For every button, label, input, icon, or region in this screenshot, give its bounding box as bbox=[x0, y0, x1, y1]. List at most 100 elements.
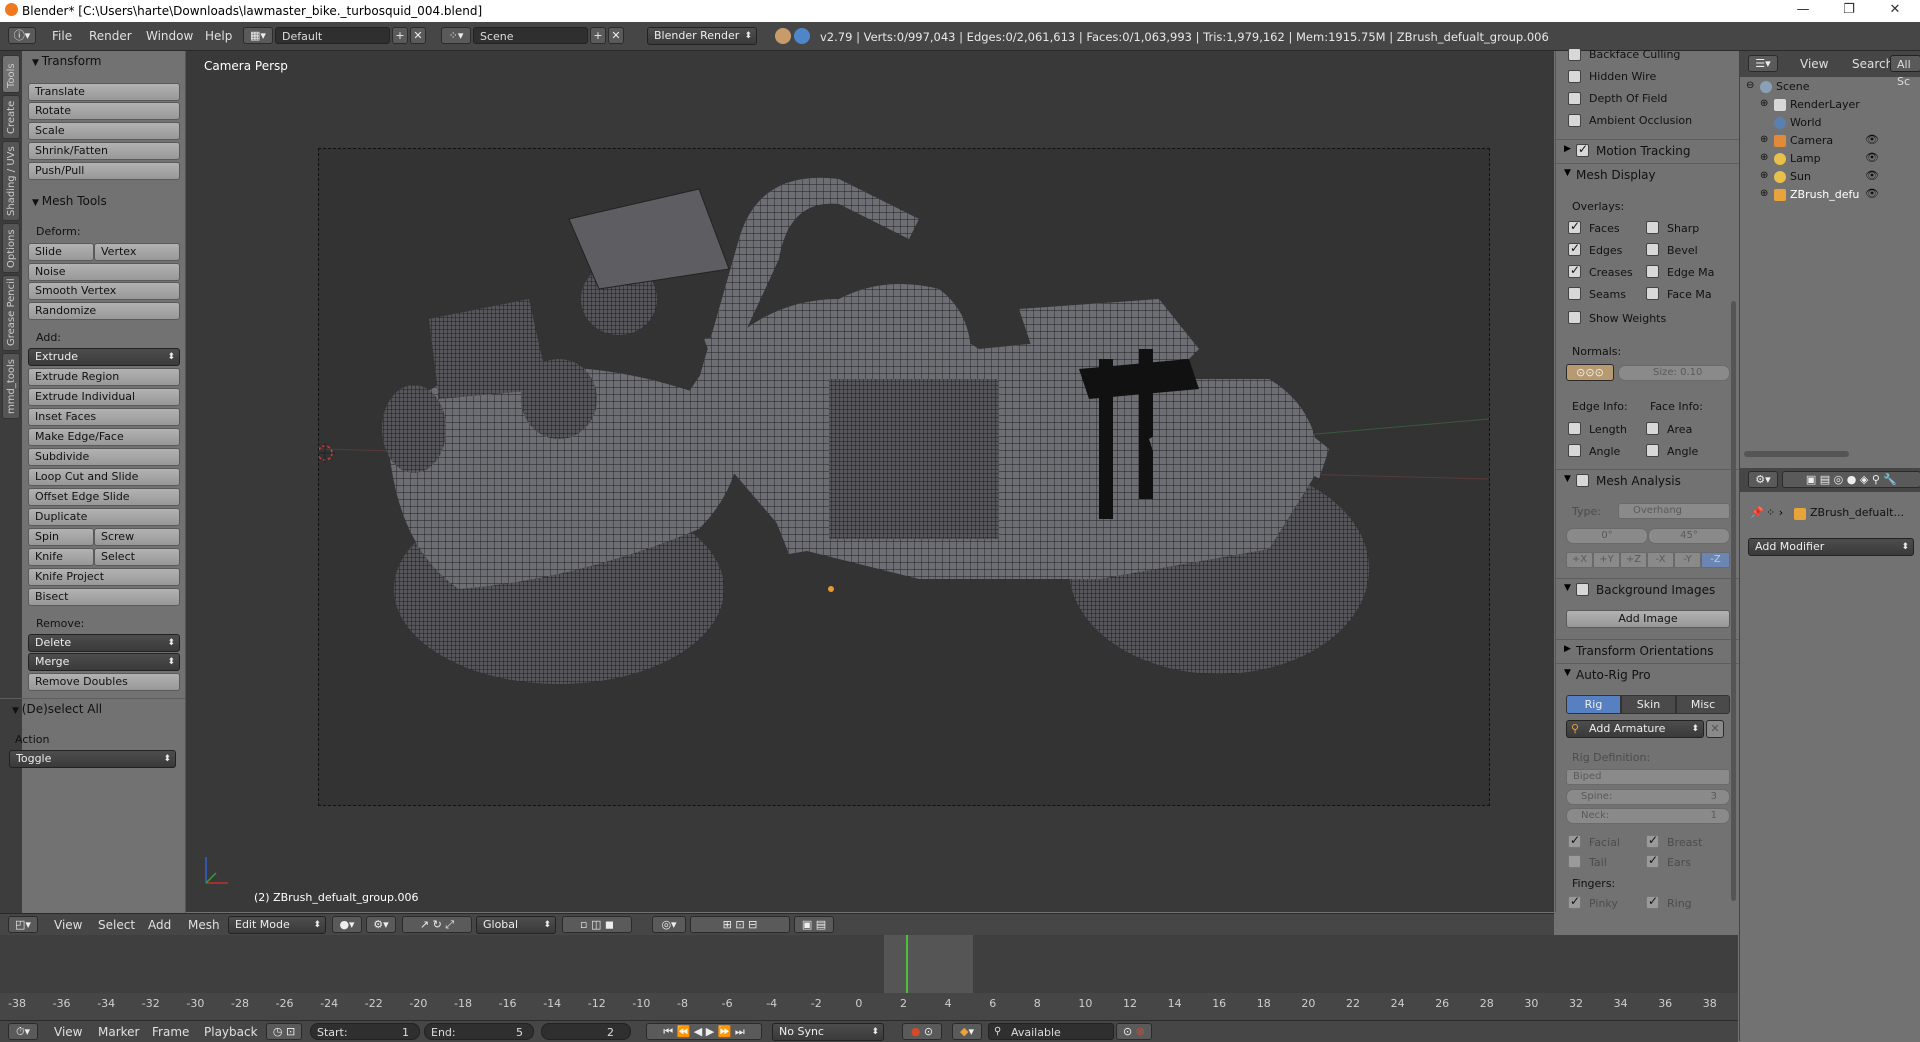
analysis-max-field[interactable]: 45° bbox=[1648, 528, 1730, 544]
playback-controls-icons[interactable]: ⏮ ⏪ ◀ ▶ ⏩ ⏭ bbox=[646, 1023, 762, 1040]
outliner-row-world[interactable]: World bbox=[1740, 114, 1920, 132]
add-scene-icon[interactable]: + bbox=[590, 27, 606, 44]
end-frame-field[interactable]: End: 5 bbox=[424, 1023, 534, 1040]
merge-dropdown[interactable]: Merge bbox=[28, 653, 180, 671]
scene-field[interactable]: Scene bbox=[473, 27, 588, 44]
translate-button[interactable]: Translate bbox=[28, 83, 180, 101]
pivot-point-icon[interactable]: ⚙▾ bbox=[366, 916, 396, 933]
mesh-analysis-checkbox[interactable] bbox=[1576, 474, 1589, 487]
ambient-occlusion-checkbox[interactable] bbox=[1568, 114, 1581, 127]
outliner-row-camera[interactable]: ⊕ Camera 👁 bbox=[1740, 132, 1920, 150]
current-frame-field[interactable]: 2 bbox=[541, 1023, 631, 1040]
spin-button[interactable]: Spin bbox=[28, 528, 94, 546]
menu-marker[interactable]: Marker bbox=[98, 1025, 139, 1039]
scale-button[interactable]: Scale bbox=[28, 122, 180, 140]
edge-angle-checkbox[interactable] bbox=[1568, 444, 1581, 457]
outliner-row-zbrush-object[interactable]: ⊕ ZBrush_defu 👁 bbox=[1740, 186, 1920, 204]
auto-rig-pro-section[interactable]: ▼ Auto-Rig Pro bbox=[1556, 663, 1739, 686]
extrude-individual-button[interactable]: Extrude Individual bbox=[28, 388, 180, 406]
select-mode-icons[interactable]: ▫ ◫ ◼ bbox=[562, 916, 632, 933]
editor-type-outliner-icon[interactable]: ☰▾ bbox=[1748, 55, 1778, 72]
normals-display-icons[interactable]: ⊙⊙⊙ bbox=[1566, 364, 1614, 381]
loop-cut-button[interactable]: Loop Cut and Slide bbox=[28, 468, 180, 486]
outliner-row-scene[interactable]: ⊖ Scene bbox=[1740, 78, 1920, 96]
menu-file[interactable]: File bbox=[52, 29, 72, 43]
editor-type-info-icon[interactable]: ⓘ▾ bbox=[8, 27, 36, 44]
extrude-region-button[interactable]: Extrude Region bbox=[28, 368, 180, 386]
visibility-eye-icon[interactable]: 👁 bbox=[1865, 151, 1879, 164]
tail-checkbox[interactable] bbox=[1568, 855, 1581, 868]
menu-window[interactable]: Window bbox=[146, 29, 193, 43]
proportional-edit-icon[interactable]: ◎▾ bbox=[652, 916, 686, 933]
viewport-shading-icon[interactable]: ●▾ bbox=[332, 916, 362, 933]
outliner-row-sun[interactable]: ⊕ Sun 👁 bbox=[1740, 168, 1920, 186]
randomize-button[interactable]: Randomize bbox=[28, 302, 180, 320]
face-angle-checkbox[interactable] bbox=[1646, 444, 1659, 457]
slide-edge-button[interactable]: Slide Edge bbox=[28, 243, 94, 274]
background-images-checkbox[interactable] bbox=[1576, 583, 1589, 596]
auto-keying-icon[interactable]: ● ⊙ bbox=[902, 1023, 942, 1040]
manipulator-icons[interactable]: ↗ ↻ ⤢ bbox=[402, 916, 472, 933]
tab-tools[interactable]: Tools bbox=[2, 55, 20, 93]
keyframe-type-icon[interactable]: ◆▾ bbox=[952, 1023, 982, 1040]
creases-checkbox[interactable] bbox=[1568, 263, 1581, 278]
inset-faces-button[interactable]: Inset Faces bbox=[28, 408, 180, 426]
breast-checkbox[interactable] bbox=[1646, 833, 1659, 848]
menu-frame[interactable]: Frame bbox=[152, 1025, 189, 1039]
rotate-button[interactable]: Rotate bbox=[28, 102, 180, 120]
pin-icon[interactable]: 📌 bbox=[1750, 506, 1764, 519]
transform-orientations-section[interactable]: ▶ Transform Orientations bbox=[1556, 639, 1739, 662]
insert-keyframe-icons[interactable]: ⊙ ⊗ bbox=[1116, 1023, 1152, 1040]
slide-vertex-button[interactable]: Vertex bbox=[94, 243, 180, 261]
smooth-vertex-button[interactable]: Smooth Vertex bbox=[28, 282, 180, 300]
motion-tracking-section[interactable]: ▶ Motion Tracking bbox=[1556, 139, 1739, 162]
hidden-wire-checkbox[interactable] bbox=[1568, 70, 1581, 83]
neck-field[interactable]: Neck: 1 bbox=[1566, 808, 1730, 824]
axis-neg-y-button[interactable]: -Y bbox=[1674, 552, 1701, 568]
spine-field[interactable]: Spine: 3 bbox=[1566, 789, 1730, 805]
biped-dropdown[interactable]: Biped bbox=[1566, 769, 1730, 785]
keying-set-field[interactable]: Available bbox=[988, 1023, 1114, 1040]
normal-size-field[interactable]: Size: 0.10 bbox=[1618, 365, 1730, 381]
action-dropdown[interactable]: Toggle bbox=[9, 750, 176, 768]
menu-playback[interactable]: Playback bbox=[204, 1025, 258, 1039]
mode-dropdown[interactable]: Edit Mode bbox=[228, 916, 326, 934]
bisect-button[interactable]: Bisect bbox=[28, 588, 180, 606]
add-image-button[interactable]: Add Image bbox=[1566, 610, 1730, 628]
axis-neg-x-button[interactable]: -X bbox=[1647, 552, 1674, 568]
edge-marks-checkbox[interactable] bbox=[1646, 265, 1659, 278]
length-checkbox[interactable] bbox=[1568, 422, 1581, 435]
menu-mesh[interactable]: Mesh bbox=[188, 918, 220, 932]
menu-view[interactable]: View bbox=[1800, 57, 1828, 71]
mesh-tools-panel-header[interactable]: Mesh Tools bbox=[32, 194, 107, 208]
duplicate-button[interactable]: Duplicate bbox=[28, 508, 180, 526]
current-frame-cursor[interactable] bbox=[906, 935, 908, 993]
visibility-eye-icon[interactable]: 👁 bbox=[1865, 169, 1879, 182]
add-modifier-dropdown[interactable]: Add Modifier bbox=[1748, 538, 1914, 556]
shrink-fatten-button[interactable]: Shrink/Fatten bbox=[28, 142, 180, 160]
editor-type-properties-icon[interactable]: ⚙▾ bbox=[1748, 471, 1778, 488]
facial-checkbox[interactable] bbox=[1568, 833, 1581, 848]
show-weights-checkbox[interactable] bbox=[1568, 311, 1581, 324]
ears-checkbox[interactable] bbox=[1646, 853, 1659, 868]
push-pull-button[interactable]: Push/Pull bbox=[28, 162, 180, 180]
menu-search[interactable]: Search bbox=[1852, 57, 1893, 71]
axis-pos-y-button[interactable]: +Y bbox=[1593, 552, 1620, 568]
tab-options[interactable]: Options bbox=[2, 223, 20, 273]
display-mode-dropdown[interactable]: All Sc bbox=[1890, 55, 1920, 88]
add-layout-icon[interactable]: + bbox=[392, 27, 408, 44]
transform-panel-header[interactable]: Transform bbox=[32, 54, 102, 68]
remove-scene-icon[interactable]: ✕ bbox=[608, 27, 624, 44]
tab-create[interactable]: Create bbox=[2, 95, 20, 139]
preview-range-icon[interactable]: ◷ ⊡ bbox=[266, 1023, 302, 1040]
menu-view[interactable]: View bbox=[54, 1025, 82, 1039]
analysis-min-field[interactable]: 0° bbox=[1566, 528, 1648, 544]
menu-view[interactable]: View bbox=[54, 918, 82, 932]
sync-dropdown[interactable]: No Sync bbox=[772, 1023, 884, 1041]
opengl-render-icon[interactable]: ▣ ▤ bbox=[794, 916, 834, 933]
menu-render[interactable]: Render bbox=[89, 29, 132, 43]
knife-project-button[interactable]: Knife Project bbox=[28, 568, 180, 586]
face-marks-checkbox[interactable] bbox=[1646, 287, 1659, 300]
transform-orientation-dropdown[interactable]: Global bbox=[476, 916, 556, 934]
minimize-button[interactable]: — bbox=[1780, 0, 1826, 22]
